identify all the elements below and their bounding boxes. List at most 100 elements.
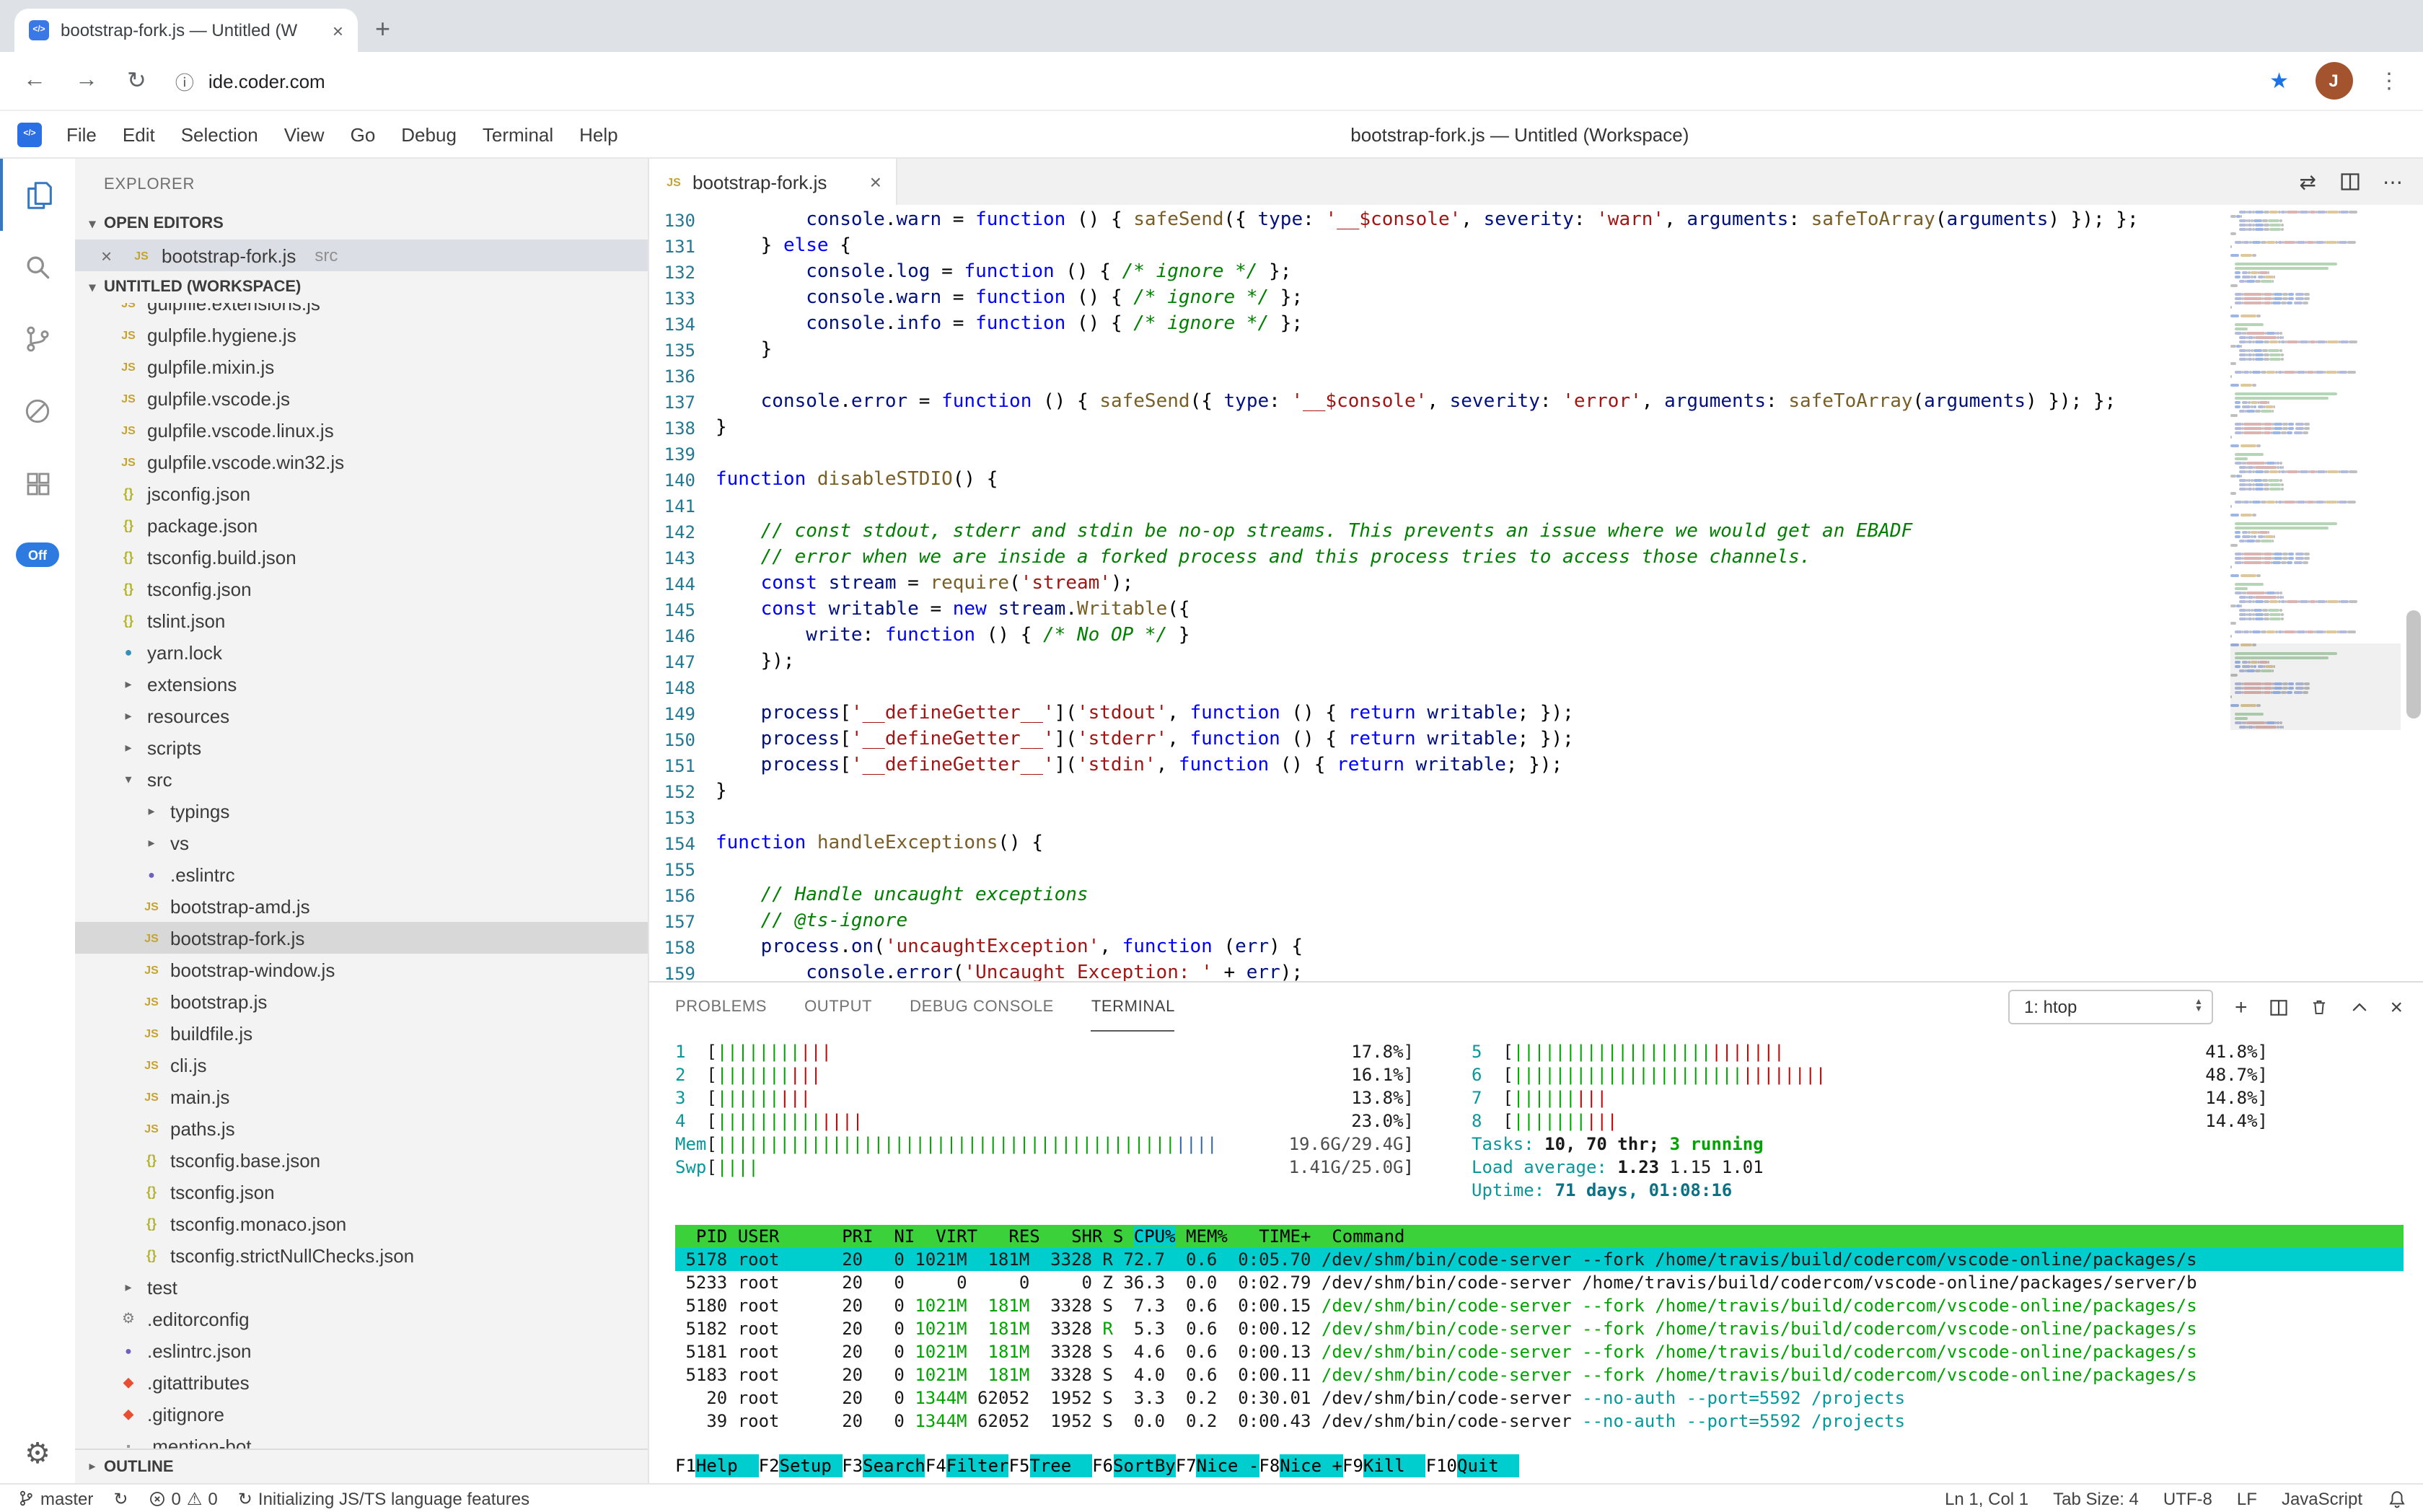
tree-file-yarn.lock[interactable]: ●yarn.lock [75,636,648,668]
tree-file-gulpfile.vscode.win32.js[interactable]: JSgulpfile.vscode.win32.js [75,446,648,478]
tree-folder-resources[interactable]: ▸resources [75,700,648,731]
cursor-position[interactable]: Ln 1, Col 1 [1945,1488,2028,1508]
tree-file-.editorconfig[interactable]: ⚙.editorconfig [75,1303,648,1335]
tree-file-bootstrap-amd.js[interactable]: JSbootstrap-amd.js [75,890,648,922]
tree-file-bootstrap-fork.js[interactable]: JSbootstrap-fork.js [75,922,648,954]
menu-debug[interactable]: Debug [388,123,470,145]
tree-file-buildfile.js[interactable]: JSbuildfile.js [75,1017,648,1049]
extensions-icon[interactable] [0,447,75,519]
tree-file-gulpfile.mixin.js[interactable]: JSgulpfile.mixin.js [75,351,648,382]
outline-header[interactable]: ▸ OUTLINE [75,1449,648,1483]
panel-tab-problems[interactable]: PROBLEMS [675,983,767,1032]
tree-file-tsconfig.json[interactable]: {}tsconfig.json [75,573,648,605]
kill-terminal-icon[interactable] [2309,997,2328,1017]
tab-close-icon[interactable]: × [327,19,343,41]
split-terminal-icon[interactable] [2269,998,2287,1016]
source-control-icon[interactable] [0,303,75,375]
tree-file-gulpfile.vscode.js[interactable]: JSgulpfile.vscode.js [75,382,648,414]
encoding[interactable]: UTF-8 [2163,1488,2212,1508]
menu-edit[interactable]: Edit [110,123,168,145]
open-editors-header[interactable]: ▾ OPEN EDITORS [75,208,648,239]
avatar[interactable]: J [2315,62,2352,100]
tree-file-cli.js[interactable]: JScli.js [75,1049,648,1081]
open-editor-item[interactable]: × JS bootstrap-fork.js src [75,239,648,271]
language-mode[interactable]: JavaScript [2282,1488,2362,1508]
tree-file-tslint.json[interactable]: {}tslint.json [75,605,648,636]
tree-folder-vs[interactable]: ▸vs [75,827,648,858]
search-icon[interactable] [0,231,75,303]
split-editor-icon[interactable] [2339,172,2360,192]
close-panel-icon[interactable]: × [2390,996,2403,1018]
browser-tab[interactable]: </> bootstrap-fork.js — Untitled (W × [14,9,358,52]
settings-gear-icon[interactable]: ⚙ [25,1436,50,1472]
tree-file-jsconfig.json[interactable]: {}jsconfig.json [75,478,648,509]
tree-file-paths.js[interactable]: JSpaths.js [75,1112,648,1144]
tree-folder-scripts[interactable]: ▸scripts [75,731,648,763]
reload-icon[interactable]: ↻ [127,66,146,95]
tree-file-main.js[interactable]: JSmain.js [75,1081,648,1112]
tree-folder-extensions[interactable]: ▸extensions [75,668,648,700]
tree-file-tsconfig.build.json[interactable]: {}tsconfig.build.json [75,541,648,573]
bookmark-star-icon[interactable]: ★ [2269,68,2289,94]
tree-file-tsconfig.json[interactable]: {}tsconfig.json [75,1176,648,1208]
back-icon[interactable]: ← [23,68,46,94]
editor-scrollbar-thumb[interactable] [2406,610,2420,718]
tree-item-label: main.js [170,1086,229,1107]
tree-file-.gitattributes[interactable]: ◆.gitattributes [75,1366,648,1398]
minimap[interactable] [2230,211,2400,981]
tree-folder-test[interactable]: ▸test [75,1271,648,1303]
tree-file-tsconfig.base.json[interactable]: {}tsconfig.base.json [75,1144,648,1176]
menu-terminal[interactable]: Terminal [470,123,566,145]
menu-help[interactable]: Help [566,123,631,145]
tree-folder-src[interactable]: ▾src [75,763,648,795]
minimap-slider[interactable] [2230,643,2400,730]
tree-file-.eslintrc[interactable]: ●.eslintrc [75,858,648,890]
tree-file-tsconfig.strictNullChecks.json[interactable]: {}tsconfig.strictNullChecks.json [75,1239,648,1271]
tree-file-tsconfig.monaco.json[interactable]: {}tsconfig.monaco.json [75,1208,648,1239]
tree-file-bootstrap.js[interactable]: JSbootstrap.js [75,985,648,1017]
menu-file[interactable]: File [53,123,110,145]
close-editor-icon[interactable]: × [101,245,121,266]
menu-selection[interactable]: Selection [168,123,271,145]
offline-toggle-badge[interactable]: Off [16,542,59,567]
code-editor[interactable]: 130 console.warn = function () { safeSen… [649,205,2423,981]
tab-size[interactable]: Tab Size: 4 [2053,1488,2139,1508]
panel-tab-debug-console[interactable]: DEBUG CONSOLE [910,983,1054,1032]
panel-tab-output[interactable]: OUTPUT [804,983,872,1032]
debug-disabled-icon[interactable] [0,375,75,447]
panel-tab-terminal[interactable]: TERMINAL [1091,983,1175,1032]
new-terminal-icon[interactable]: + [2235,996,2248,1018]
new-tab-button[interactable]: + [375,16,390,42]
tree-file-bootstrap-window.js[interactable]: JSbootstrap-window.js [75,954,648,985]
tree-file-gulpfile.extensions.js[interactable]: JSgulpfile.extensions.js [75,303,648,319]
tree-file-.gitignore[interactable]: ◆.gitignore [75,1398,648,1430]
sync-status[interactable]: ↻ [113,1488,128,1508]
tree-file-gulpfile.hygiene.js[interactable]: JSgulpfile.hygiene.js [75,319,648,351]
address-bar[interactable]: ⓘ ide.coder.com [175,67,325,94]
tree-item-label: typings [170,800,229,822]
terminal-area[interactable]: 1 [|||||||||||17.8%]5 [|||||||||||||||||… [649,1032,2423,1483]
workspace-header[interactable]: ▾ UNTITLED (WORKSPACE) [75,271,648,303]
editor-tab-close-icon[interactable]: × [870,170,881,193]
notifications-bell-icon[interactable] [2387,1488,2406,1508]
problems-status[interactable]: 0 ⚠ 0 [149,1488,218,1508]
menu-go[interactable]: Go [338,123,389,145]
tree-file-.eslintrc.json[interactable]: ●.eslintrc.json [75,1335,648,1366]
htop-function-key-bar[interactable]: F1Help F2Setup F3SearchF4FilterF5Tree F6… [675,1454,2403,1477]
tree-file-gulpfile.vscode.linux.js[interactable]: JSgulpfile.vscode.linux.js [75,414,648,446]
maximize-panel-icon[interactable] [2349,998,2368,1016]
tree-file-.mention-bot[interactable]: ▪.mention-bot [75,1430,648,1449]
editor-tab[interactable]: JS bootstrap-fork.js × [649,159,897,205]
tree-folder-typings[interactable]: ▸typings [75,795,648,827]
menu-view[interactable]: View [271,123,338,145]
git-branch-status[interactable]: master [17,1488,93,1508]
explorer-icon[interactable] [0,159,75,231]
eol[interactable]: LF [2237,1488,2257,1508]
tree-file-package.json[interactable]: {}package.json [75,509,648,541]
forward-icon[interactable]: → [75,68,98,94]
site-info-icon[interactable]: ⓘ [175,67,194,94]
terminal-select[interactable]: 1: htop ▲▼ [2008,990,2213,1024]
compare-changes-icon[interactable]: ⇄ [2300,170,2316,194]
more-actions-icon[interactable]: ⋯ [2383,170,2403,194]
browser-menu-icon[interactable]: ⋮ [2378,68,2400,94]
